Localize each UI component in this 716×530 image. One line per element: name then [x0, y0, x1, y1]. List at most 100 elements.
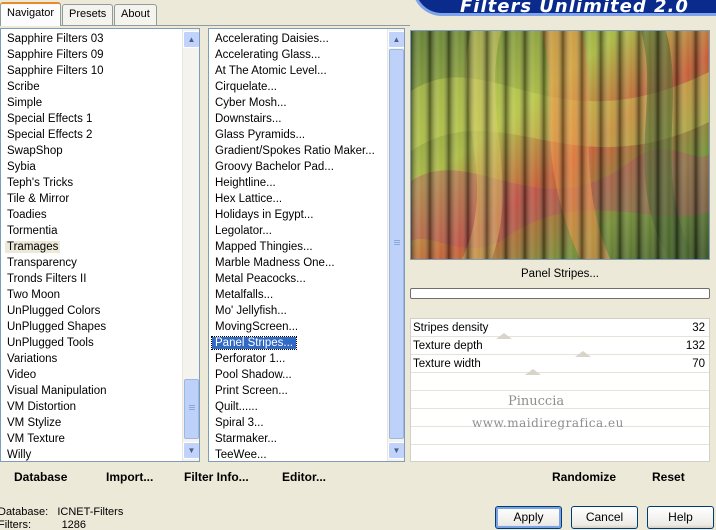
filter-list[interactable]: Accelerating Daisies... Accelerating Glas…	[208, 28, 405, 462]
category-item-label: Special Effects 1	[7, 113, 93, 125]
category-item[interactable]: UnPlugged Shapes	[1, 319, 181, 335]
filter-item[interactable]: Cyber Mosh...	[209, 95, 386, 111]
filter-item[interactable]: Print Screen...	[209, 383, 386, 399]
category-item-label: Willy	[7, 449, 32, 461]
help-button[interactable]: Help	[647, 506, 714, 529]
tab-navigator[interactable]: Navigator	[0, 2, 62, 26]
filter-item-label: Metal Peacocks...	[215, 273, 306, 285]
tab-presets[interactable]: Presets	[62, 4, 114, 25]
category-item-label: SwapShop	[7, 145, 63, 157]
filter-item[interactable]: Panel Stripes...	[209, 335, 386, 351]
filter-item[interactable]: Heightline...	[209, 175, 386, 191]
filter-item[interactable]: Gradient/Spokes Ratio Maker...	[209, 143, 386, 159]
category-item[interactable]: Tronds Filters II	[1, 271, 181, 287]
category-item[interactable]: VM Stylize	[1, 415, 181, 431]
category-item-label: Special Effects 2	[7, 129, 93, 141]
filter-item-label: Metalfalls...	[215, 289, 274, 301]
filter-item[interactable]: Mo' Jellyfish...	[209, 303, 386, 319]
filter-item[interactable]: TeeWee...	[209, 447, 386, 461]
category-item[interactable]: SwapShop	[1, 143, 181, 159]
filter-item-label: Spiral 3...	[215, 417, 264, 429]
apply-button[interactable]: Apply	[495, 506, 562, 529]
filter-scrollbar[interactable]: ▲ ▼	[387, 29, 404, 461]
current-filter-label: Panel Stripes...	[521, 268, 599, 280]
filter-item[interactable]: MovingScreen...	[209, 319, 386, 335]
tab-about[interactable]: About	[114, 4, 157, 25]
filter-item[interactable]: Legolator...	[209, 223, 386, 239]
filter-item[interactable]: Downstairs...	[209, 111, 386, 127]
reset-button[interactable]: Reset	[652, 470, 685, 484]
filter-item[interactable]: Glass Pyramids...	[209, 127, 386, 143]
filter-item-label: MovingScreen...	[215, 321, 299, 333]
filter-item[interactable]: Accelerating Glass...	[209, 47, 386, 63]
filter-scroll-thumb[interactable]	[389, 49, 404, 439]
scroll-down-icon[interactable]: ▼	[388, 442, 404, 459]
category-item[interactable]: Sapphire Filters 03	[1, 31, 181, 47]
scroll-up-icon[interactable]: ▲	[183, 31, 199, 48]
filter-item[interactable]: Perforator 1...	[209, 351, 386, 367]
category-item[interactable]: Visual Manipulation	[1, 383, 181, 399]
filter-item[interactable]: Accelerating Daisies...	[209, 31, 386, 47]
filter-item[interactable]: Cirquelate...	[209, 79, 386, 95]
category-item[interactable]: Special Effects 2	[1, 127, 181, 143]
category-item[interactable]: Sapphire Filters 10	[1, 63, 181, 79]
database-button[interactable]: Database	[14, 470, 67, 484]
category-item[interactable]: Transparency	[1, 255, 181, 271]
status-filters: Filters: 1286	[0, 519, 86, 530]
category-item[interactable]: Toadies	[1, 207, 181, 223]
filter-item[interactable]: Pool Shadow...	[209, 367, 386, 383]
category-item-label: Sapphire Filters 03	[7, 33, 104, 45]
filter-item[interactable]: Marble Madness One...	[209, 255, 386, 271]
cancel-button[interactable]: Cancel	[571, 506, 638, 529]
filter-item[interactable]: Metalfalls...	[209, 287, 386, 303]
category-item[interactable]: VM Distortion	[1, 399, 181, 415]
category-item[interactable]: Tile & Mirror	[1, 191, 181, 207]
filter-item[interactable]: Metal Peacocks...	[209, 271, 386, 287]
filter-item[interactable]: Holidays in Egypt...	[209, 207, 386, 223]
category-item[interactable]: Teph's Tricks	[1, 175, 181, 191]
category-item[interactable]: Willy	[1, 447, 181, 461]
category-item[interactable]: UnPlugged Colors	[1, 303, 181, 319]
import-button[interactable]: Import...	[106, 470, 153, 484]
filter-item[interactable]: Hex Lattice...	[209, 191, 386, 207]
editor-button[interactable]: Editor...	[282, 470, 326, 484]
category-item[interactable]: UnPlugged Tools	[1, 335, 181, 351]
category-item[interactable]: Variations	[1, 351, 181, 367]
filter-info-button[interactable]: Filter Info...	[184, 470, 249, 484]
filter-item[interactable]: Groovy Bachelor Pad...	[209, 159, 386, 175]
scroll-up-icon[interactable]: ▲	[388, 31, 404, 48]
category-item[interactable]: VM Texture	[1, 431, 181, 447]
category-item[interactable]: Simple	[1, 95, 181, 111]
filter-item[interactable]: Quilt......	[209, 399, 386, 415]
randomize-button[interactable]: Randomize	[552, 470, 616, 484]
param-row-texture-width[interactable]: Texture width 70	[411, 355, 709, 375]
category-item[interactable]: Two Moon	[1, 287, 181, 303]
category-item[interactable]: Tramages	[1, 239, 181, 255]
category-item-label: Sapphire Filters 09	[7, 49, 104, 61]
param-row-stripes-density[interactable]: Stripes density 32	[411, 319, 709, 339]
category-scroll-thumb[interactable]	[184, 379, 199, 439]
filter-item-label: Panel Stripes...	[211, 336, 297, 350]
filter-item[interactable]: Starmaker...	[209, 431, 386, 447]
filter-item-label: Starmaker...	[215, 433, 277, 445]
filter-item[interactable]: At The Atomic Level...	[209, 63, 386, 79]
category-item[interactable]: Scribe	[1, 79, 181, 95]
param-value: 70	[692, 358, 705, 370]
category-item[interactable]: Video	[1, 367, 181, 383]
category-scrollbar[interactable]: ▲ ▼	[182, 29, 199, 461]
empty-param-row	[411, 373, 709, 391]
filter-item[interactable]: Mapped Thingies...	[209, 239, 386, 255]
category-item-label: UnPlugged Colors	[7, 305, 101, 317]
category-item[interactable]: Special Effects 1	[1, 111, 181, 127]
param-row-texture-depth[interactable]: Texture depth 132	[411, 337, 709, 357]
category-item[interactable]: Tormentia	[1, 223, 181, 239]
category-item-label: Scribe	[7, 81, 40, 93]
filter-item-label: Quilt......	[215, 401, 258, 413]
category-item-label: Variations	[7, 353, 58, 365]
category-list[interactable]: Sapphire Filters 03 Sapphire Filters 09 Sa…	[0, 28, 200, 462]
filter-item[interactable]: Spiral 3...	[209, 415, 386, 431]
category-item[interactable]: Sybia	[1, 159, 181, 175]
filter-item-label: Perforator 1...	[215, 353, 286, 365]
category-item[interactable]: Sapphire Filters 09	[1, 47, 181, 63]
scroll-down-icon[interactable]: ▼	[183, 442, 199, 459]
